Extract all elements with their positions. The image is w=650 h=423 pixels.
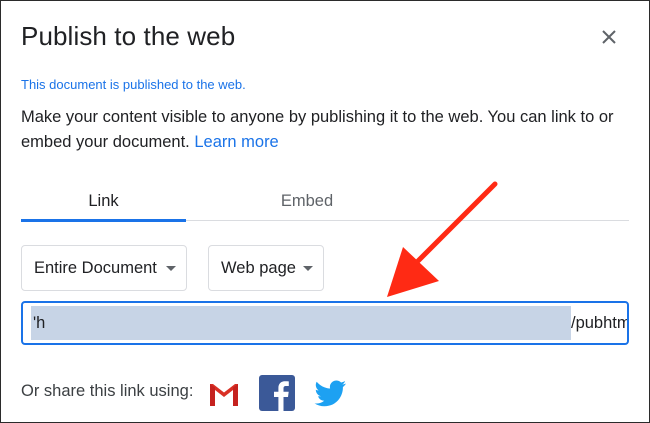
- description-text: Make your content visible to anyone by p…: [21, 108, 614, 151]
- url-suffix-text: /pubhtml: [571, 314, 629, 332]
- learn-more-link[interactable]: Learn more: [194, 133, 278, 151]
- annotation-arrow: [387, 181, 498, 297]
- close-icon[interactable]: [597, 25, 621, 49]
- active-tab-indicator: [21, 219, 186, 222]
- tab-bar: Link Embed: [21, 187, 629, 222]
- dropdown-caret-icon: [303, 266, 313, 271]
- document-scope-value: Entire Document: [34, 259, 157, 277]
- document-scope-select[interactable]: Entire Document: [21, 245, 187, 291]
- text-selection-highlight: [31, 306, 571, 340]
- twitter-icon[interactable]: [312, 375, 348, 411]
- share-label: Or share this link using:: [21, 382, 194, 400]
- dialog-title: Publish to the web: [21, 21, 236, 51]
- tab-link[interactable]: Link: [21, 187, 186, 222]
- publish-dialog: Publish to the web This document is publ…: [0, 0, 650, 423]
- dropdown-caret-icon: [166, 266, 176, 271]
- publish-format-value: Web page: [221, 259, 296, 277]
- facebook-icon[interactable]: [259, 375, 295, 411]
- tab-link-label: Link: [88, 192, 119, 210]
- publish-format-select[interactable]: Web page: [208, 245, 324, 291]
- dialog-description: Make your content visible to anyone by p…: [21, 105, 631, 155]
- published-url-field[interactable]: 'h /pubhtml: [21, 301, 629, 345]
- tab-embed[interactable]: Embed: [206, 187, 408, 220]
- gmail-icon[interactable]: [206, 375, 242, 411]
- tab-embed-label: Embed: [280, 192, 334, 210]
- url-prefix-text: 'h: [33, 314, 46, 332]
- published-status-text: This document is published to the web.: [21, 77, 246, 92]
